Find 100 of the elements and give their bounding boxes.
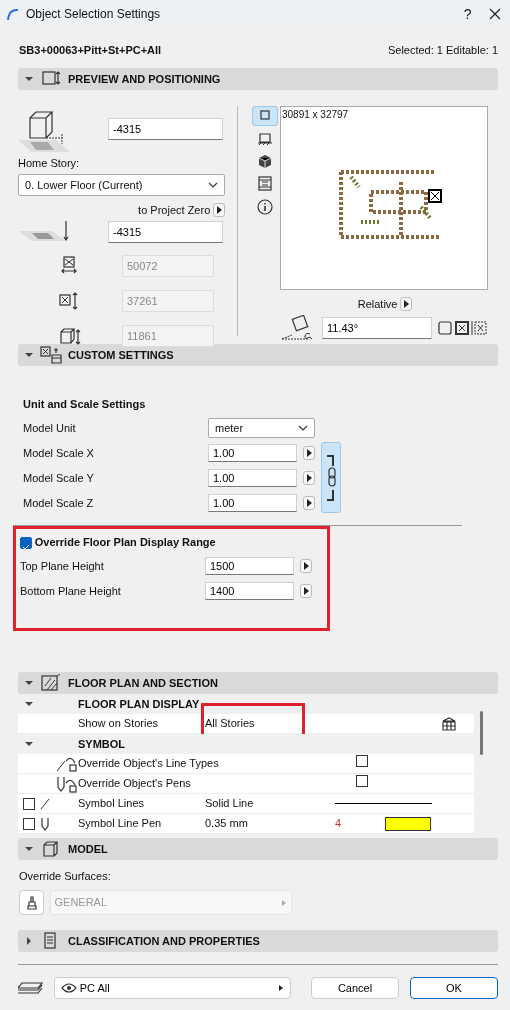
eye-icon — [61, 983, 77, 993]
cancel-button[interactable]: Cancel — [311, 977, 399, 999]
triangle-icon — [278, 984, 284, 992]
preview-icon — [40, 70, 62, 88]
brush-button[interactable] — [19, 890, 44, 915]
line-icon — [40, 797, 50, 810]
checkbox[interactable] — [356, 755, 368, 768]
chevron-down-icon — [208, 182, 218, 188]
triangle-icon — [305, 497, 313, 508]
checkbox-label: Override Floor Plan Display Range — [34, 535, 216, 551]
window-title: Object Selection Settings — [26, 6, 162, 23]
input-field[interactable]: 11.43° — [322, 316, 432, 339]
row-label: Override Object's Line Types — [78, 757, 219, 770]
object-name: SB3+00063+Pitt+St+PC+All — [19, 43, 162, 58]
row-value: 0.35 mm — [205, 817, 248, 830]
field-label: Model Scale X — [23, 445, 95, 461]
boxed-x-icon[interactable] — [454, 320, 469, 335]
floor-plan-icon — [40, 674, 62, 692]
triangle-icon — [302, 586, 310, 597]
section-header[interactable]: CLASSIFICATION AND PROPERTIES — [18, 930, 498, 952]
group-title: FLOOR PLAN DISPLAY — [78, 696, 200, 712]
custom-settings-icon — [40, 346, 62, 364]
menu-arrow-button[interactable] — [300, 584, 312, 599]
section-title: PREVIEW AND POSITIONING — [68, 71, 221, 87]
triangle-icon — [280, 898, 287, 907]
caret-icon — [24, 844, 34, 854]
chevron-down-icon — [298, 424, 308, 431]
selection-info: Selected: 1 Editable: 1 — [387, 43, 498, 58]
section-title: CLASSIFICATION AND PROPERTIES — [68, 933, 260, 949]
section-header[interactable]: MODEL — [18, 838, 498, 860]
help-button[interactable]: ? — [463, 3, 472, 25]
section-title: MODEL — [68, 841, 108, 857]
row-label: Symbol Line Pen — [78, 817, 162, 830]
caret-icon — [24, 74, 34, 84]
menu-arrow-button[interactable] — [303, 445, 315, 460]
row-value: All Stories — [205, 717, 255, 730]
section-header[interactable]: FLOOR PLAN AND SECTION — [18, 672, 498, 694]
section-header[interactable]: PREVIEW AND POSITIONING — [18, 68, 498, 90]
menu-arrow-button[interactable] — [300, 559, 312, 574]
preview-size: 30891 x 32797 — [282, 108, 349, 122]
menu-arrow-button[interactable] — [400, 296, 413, 311]
link-toggle-button[interactable] — [321, 442, 341, 514]
menu-arrow-button[interactable] — [303, 470, 315, 485]
row-value: Solid Line — [205, 797, 254, 810]
row-label: Override Object's Pens — [78, 777, 191, 790]
pen-icon — [40, 816, 50, 831]
input-field[interactable]: 1.00 — [208, 443, 297, 462]
reference-label: to Project Zero — [138, 202, 211, 218]
elevation-view-icon — [257, 130, 273, 147]
square-icon[interactable] — [437, 320, 452, 335]
menu-arrow-button[interactable] — [213, 202, 225, 217]
line-pen-override-icon — [56, 774, 78, 793]
input-field[interactable]: 1.00 — [208, 493, 297, 512]
section-header[interactable]: CUSTOM SETTINGS — [18, 344, 498, 366]
unit-dropdown[interactable]: meter — [208, 417, 315, 438]
field-label: Top Plane Height — [20, 559, 105, 574]
triangle-icon — [215, 204, 223, 215]
caret-icon[interactable] — [24, 699, 34, 709]
dashed-boxed-x-icon[interactable] — [471, 320, 488, 335]
close-icon[interactable] — [488, 7, 502, 21]
caret-icon[interactable] — [24, 739, 34, 749]
checkbox[interactable] — [23, 817, 35, 830]
ok-button[interactable]: OK — [410, 977, 498, 999]
input-field[interactable]: 1500 — [205, 557, 294, 576]
story-dropdown[interactable]: 0. Lower Floor (Current) — [18, 174, 225, 196]
layers-icon — [18, 980, 46, 996]
stories-icon[interactable] — [442, 717, 456, 732]
input-field[interactable]: -4315 — [108, 220, 223, 243]
checkbox[interactable] — [20, 536, 32, 549]
field-label: Model Scale Y — [23, 470, 95, 486]
pen-color-swatch[interactable] — [385, 816, 431, 831]
input-field[interactable]: -4315 — [108, 118, 223, 140]
menu-arrow-button[interactable] — [303, 495, 315, 510]
pen-number: 4 — [335, 816, 343, 832]
checkbox[interactable] — [23, 797, 35, 810]
triangle-icon — [305, 472, 313, 483]
field-label: Override Surfaces: — [19, 869, 112, 884]
group-title: Unit and Scale Settings — [23, 397, 147, 412]
rotation-label: Relative — [357, 296, 398, 312]
model-view-icon — [257, 153, 273, 170]
triangle-icon — [305, 447, 313, 458]
section-title: CUSTOM SETTINGS — [68, 347, 174, 363]
row-label: Symbol Lines — [78, 797, 145, 810]
height-dimension-icon — [59, 325, 81, 346]
brush-icon — [25, 895, 38, 910]
group-title: SYMBOL — [78, 736, 126, 752]
caret-icon — [24, 936, 34, 946]
section-title: FLOOR PLAN AND SECTION — [68, 675, 218, 691]
layer-dropdown[interactable]: PC All — [54, 977, 291, 999]
section-view-icon — [257, 176, 273, 193]
checkbox[interactable] — [356, 775, 368, 788]
triangle-icon — [302, 561, 310, 572]
row-label: Show on Stories — [78, 717, 159, 730]
input-field[interactable]: 1400 — [205, 582, 294, 601]
input-field[interactable]: 1.00 — [208, 468, 297, 487]
caret-icon — [24, 678, 34, 688]
caret-icon — [24, 350, 34, 360]
field-label: Bottom Plane Height — [20, 584, 122, 599]
rotation-angle-icon — [280, 314, 314, 341]
scrollbar-thumb[interactable] — [480, 711, 483, 755]
